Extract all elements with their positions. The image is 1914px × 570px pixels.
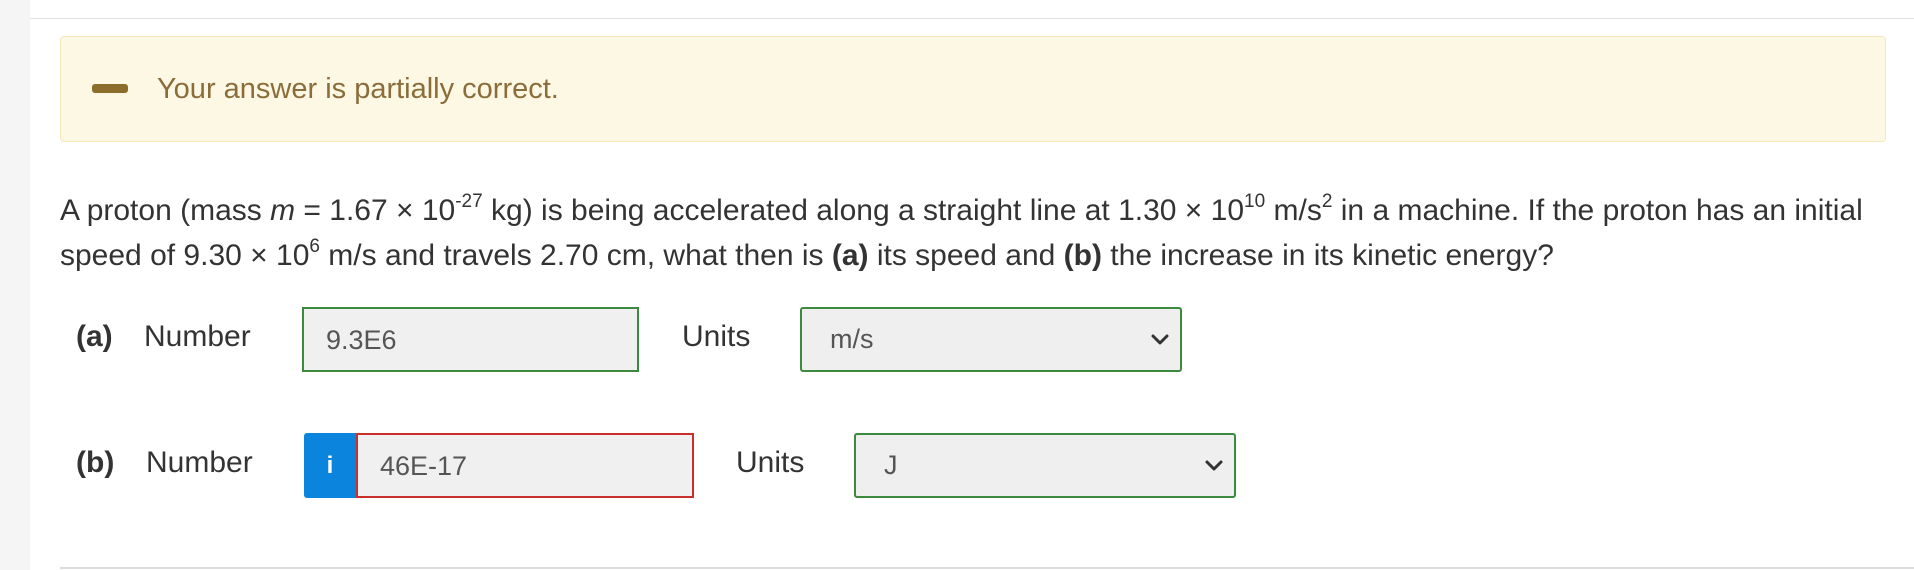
part-a-label: (a) (76, 320, 113, 353)
part-b-number-input[interactable]: 46E-17 (356, 433, 694, 498)
left-gutter (0, 0, 30, 570)
part-a-number-input[interactable]: 9.3E6 (302, 307, 639, 372)
part-a-units-select[interactable]: m/s (800, 307, 1182, 372)
part-b-units-value: J (884, 450, 898, 480)
part-b-label: (b) (76, 446, 115, 479)
info-icon[interactable]: i (304, 433, 356, 498)
part-a-units-label: Units (682, 320, 751, 353)
part-a-number-label: Number (144, 320, 251, 353)
bottom-divider (60, 567, 1914, 569)
feedback-message: Your answer is partially correct. (157, 73, 559, 105)
feedback-alert: Your answer is partially correct. (60, 36, 1886, 142)
part-b-units-select[interactable]: J (854, 433, 1236, 498)
top-divider (30, 18, 1914, 19)
minus-icon (92, 84, 128, 93)
part-a-units-value: m/s (830, 324, 874, 354)
part-b-units-label: Units (736, 446, 805, 479)
part-b-number-label: Number (146, 446, 253, 479)
chevron-down-icon (1205, 460, 1223, 471)
chevron-down-icon (1151, 334, 1169, 345)
question-text: A proton (mass m = 1.67 × 10-27 kg) is b… (60, 191, 1863, 272)
